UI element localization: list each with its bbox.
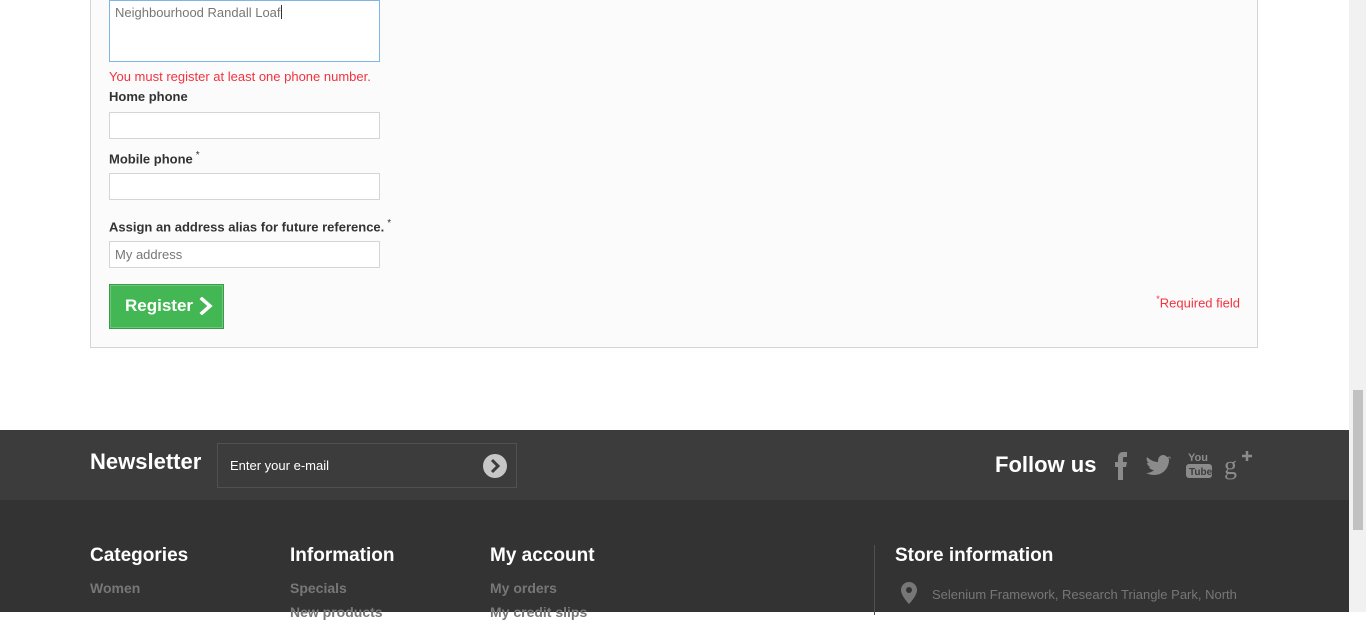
submit-arrow-icon[interactable] — [482, 453, 508, 479]
svg-text:g: g — [1224, 451, 1237, 480]
required-field-text: Required field — [1159, 295, 1240, 311]
follow-us-title: Follow us — [995, 452, 1097, 477]
required-field-note: *Required field — [1156, 294, 1240, 310]
footer-link-new-products[interactable]: New products — [290, 604, 383, 620]
google-plus-icon[interactable]: g — [1224, 448, 1254, 482]
newsletter-email-placeholder: Enter your e-mail — [230, 458, 329, 473]
phone-error-message: You must register at least one phone num… — [109, 69, 371, 84]
facebook-icon[interactable] — [1106, 448, 1136, 482]
svg-text:Tube: Tube — [1189, 467, 1213, 478]
newsletter-bar: Newsletter Enter your e-mail Follow us Y… — [0, 430, 1349, 500]
newsletter-title: Newsletter — [90, 449, 202, 474]
alias-input-value: My address — [115, 247, 183, 262]
alias-label: Assign an address alias for future refer… — [109, 218, 391, 234]
required-asterisk: * — [195, 150, 200, 161]
text-caret — [280, 5, 282, 19]
location-pin-icon — [901, 582, 917, 604]
address-text: Neighbourhood Randall Loaf — [115, 5, 281, 20]
alias-input[interactable]: My address — [109, 241, 380, 268]
footer-information-title: Information — [290, 545, 395, 566]
youtube-icon[interactable]: You Tube — [1184, 448, 1214, 482]
address-textarea[interactable]: Neighbourhood Randall Loaf — [109, 0, 380, 62]
required-asterisk: * — [387, 218, 392, 229]
mobile-phone-input[interactable] — [109, 173, 380, 200]
store-address: Selenium Framework, Research Triangle Pa… — [932, 587, 1237, 602]
svg-text:You: You — [1188, 452, 1208, 464]
footer-account-title: My account — [490, 545, 595, 566]
home-phone-label-text: Home phone — [109, 89, 188, 104]
footer-link-credit-slips[interactable]: My credit slips — [490, 604, 587, 620]
footer-categories-title: Categories — [90, 545, 189, 566]
mobile-phone-label-text: Mobile phone — [109, 151, 193, 167]
home-phone-input[interactable] — [109, 112, 380, 139]
site-footer: Categories Women Information Specials Ne… — [0, 500, 1349, 620]
footer-link-specials[interactable]: Specials — [290, 580, 347, 596]
mobile-phone-label: Mobile phone * — [109, 150, 200, 166]
footer-divider — [874, 545, 875, 615]
alias-label-text: Assign an address alias for future refer… — [109, 219, 385, 235]
footer-link-women[interactable]: Women — [90, 580, 140, 596]
chevron-right-icon — [199, 297, 213, 315]
twitter-icon[interactable] — [1144, 448, 1174, 482]
footer-link-my-orders[interactable]: My orders — [490, 580, 557, 596]
register-button-label: Register — [125, 296, 194, 315]
footer-store-title: Store information — [895, 545, 1054, 566]
newsletter-email-input[interactable]: Enter your e-mail — [217, 443, 517, 488]
page-scrollbar[interactable] — [1349, 0, 1366, 612]
scrollbar-thumb[interactable] — [1353, 390, 1363, 530]
home-phone-label: Home phone — [109, 89, 188, 104]
register-button[interactable]: Register — [109, 284, 224, 329]
